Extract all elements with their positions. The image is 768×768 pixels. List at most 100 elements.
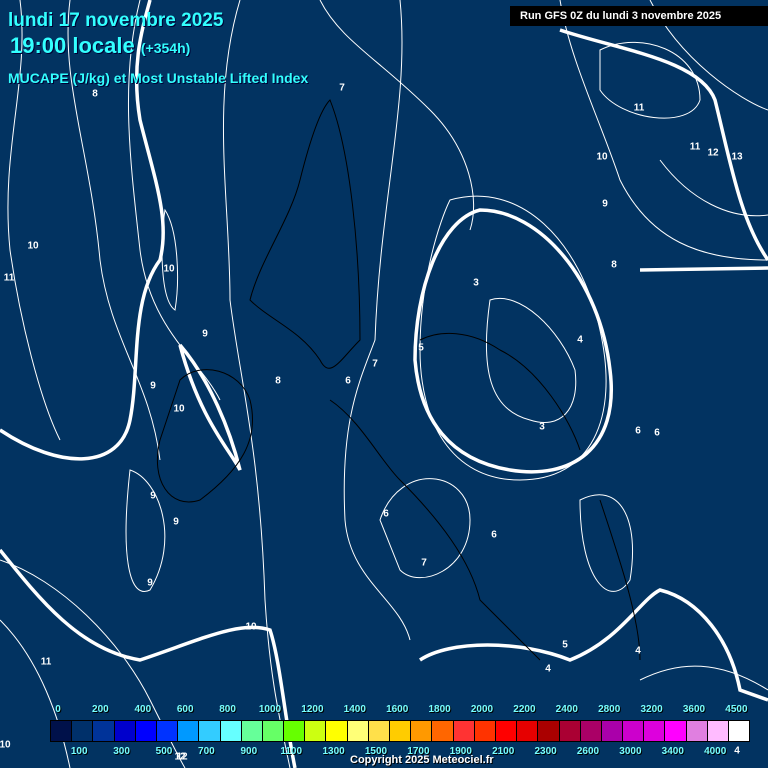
coastlines: [156, 99, 641, 661]
forecast-date: lundi 17 novembre 2025: [8, 10, 224, 31]
colorbar-tick-top: 1800: [428, 704, 451, 715]
colorbar-swatch: [368, 721, 390, 741]
contour-label: 4: [545, 663, 551, 675]
colorbar-tick-top: 2400: [555, 704, 578, 715]
cape-threshold-contours: [0, 0, 768, 768]
contour-label: 6: [383, 508, 389, 520]
colorbar-swatch: [559, 721, 581, 741]
colorbar-swatch: [623, 721, 645, 741]
colorbar-tick-top: 2000: [470, 704, 494, 715]
colorbar-swatch: [580, 721, 602, 741]
contour-label: 7: [339, 82, 345, 94]
contour-label: 6: [654, 427, 660, 439]
contour-label: 9: [173, 516, 179, 528]
contour-label: 13: [731, 151, 743, 163]
contour-label: 7: [372, 358, 378, 370]
colorbar-tick-bottom: 3400: [661, 746, 684, 757]
contour-label: 3: [473, 277, 479, 289]
colorbar-swatch: [284, 721, 306, 741]
lead-time: (+354h): [140, 40, 191, 56]
contour-label: 9: [202, 328, 208, 340]
colorbar-swatch: [474, 721, 496, 741]
colorbar-tick-top: 200: [92, 704, 109, 715]
colorbar-swatch: [199, 721, 221, 741]
contour-label: 9: [147, 577, 153, 589]
local-time: 19:00 locale: [10, 33, 135, 58]
contour-label: 6: [491, 529, 497, 541]
contour-label: 11: [633, 102, 645, 114]
forecast-time: 19:00 locale (+354h): [10, 33, 190, 59]
contour-label: 4: [734, 745, 740, 757]
contour-label: 7: [421, 557, 427, 569]
colorbar-swatch: [72, 721, 94, 741]
colorbar-swatch: [51, 721, 73, 741]
contour-label: 6: [345, 375, 351, 387]
colorbar-tick-top: 0: [55, 704, 61, 715]
colorbar-swatch: [432, 721, 454, 741]
colorbar-swatch: [411, 721, 433, 741]
colorbar-swatch: [178, 721, 200, 741]
colorbar-tick-top: 3600: [682, 704, 706, 715]
colorbar-tick-bottom: 2600: [576, 746, 600, 757]
contour-label: 8: [611, 259, 617, 271]
colorbar-swatch: [665, 721, 687, 741]
contour-label: 5: [418, 342, 424, 354]
map-canvas: [0, 0, 768, 768]
contour-label: 11: [689, 141, 701, 153]
contour-label: 10: [163, 263, 175, 275]
colorbar-tick-top: 4500: [725, 704, 748, 715]
colorbar-swatch: [601, 721, 624, 741]
contour-label: 11: [3, 272, 15, 284]
contour-label: 4: [635, 645, 641, 657]
colorbar-tick-top: 1600: [386, 704, 409, 715]
colorbar-tick-bottom: 700: [198, 746, 215, 757]
colorbar-tick-bottom: 2100: [492, 746, 515, 757]
run-info: Run GFS 0Z du lundi 3 novembre 2025: [510, 6, 768, 26]
colorbar-tick-bottom: 900: [240, 746, 258, 757]
colorbar-tick-top: 2200: [513, 704, 536, 715]
contour-label: 8: [92, 88, 98, 100]
colorbar-tick-top: 1200: [301, 704, 324, 715]
colorbar-tick-bottom: 100: [70, 746, 88, 757]
contour-label: 10: [245, 621, 257, 633]
colorbar-tick-bottom: 2300: [534, 746, 557, 757]
colorbar-tick-top: 2800: [598, 704, 621, 715]
contour-label: 10: [0, 739, 11, 751]
contour-label: 5: [562, 639, 568, 651]
colorbar-swatch: [453, 721, 475, 741]
contour-label: 3: [539, 421, 545, 433]
contour-label: 9: [150, 380, 156, 392]
colorbar-tick-bottom: 500: [155, 746, 173, 757]
contour-label: 9: [150, 490, 156, 502]
colorbar-swatch: [326, 721, 348, 741]
colorbar-swatch: [517, 721, 539, 741]
colorbar-tick-top: 600: [176, 704, 194, 715]
colorbar-swatch: [390, 721, 412, 741]
colorbar-tick-top: 400: [134, 704, 152, 715]
contour-label: 12: [707, 147, 719, 159]
colorbar-swatch: [644, 721, 666, 741]
colorbar-tick-bottom: 4000: [704, 746, 727, 757]
colorbar-tick-bottom: 3000: [619, 746, 642, 757]
colorbar-swatch: [135, 721, 157, 741]
contour-label: 10: [596, 151, 608, 163]
colorbar-tick-top: 800: [219, 704, 236, 715]
contour-label: 4: [577, 334, 583, 346]
colorbar-tick-top: 1400: [343, 704, 366, 715]
contour-label: 6: [635, 425, 641, 437]
colorbar-tick-top: 1000: [258, 704, 282, 715]
colorbar-swatch: [220, 721, 242, 741]
contour-label: 10: [173, 403, 185, 415]
contour-label: 11: [40, 656, 52, 668]
colorbar: [50, 720, 751, 742]
colorbar-swatch: [538, 721, 560, 741]
colorbar-swatch: [114, 721, 136, 741]
colorbar-swatch: [262, 721, 285, 741]
contour-label: 12: [174, 751, 186, 763]
colorbar-swatch: [305, 721, 327, 741]
colorbar-swatch: [93, 721, 115, 741]
colorbar-tick-bottom: 300: [113, 746, 130, 757]
colorbar-swatch: [241, 721, 263, 741]
colorbar-swatch: [686, 721, 708, 741]
colorbar-swatch: [729, 721, 750, 741]
